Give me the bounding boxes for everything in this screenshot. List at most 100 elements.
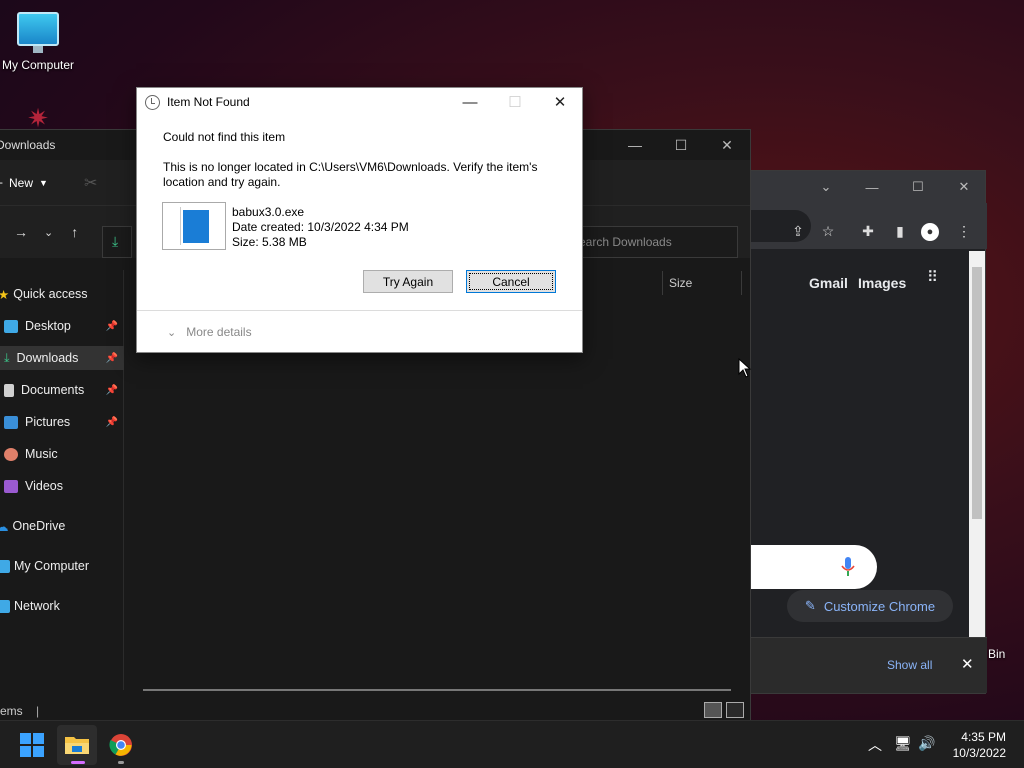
search-input[interactable]: earch Downloads [570,226,738,258]
folder-icon [65,737,89,754]
download-icon: ⤓ [112,233,119,249]
cloud-icon: ☁ [0,519,9,534]
pin-icon: 📌 [105,320,118,332]
nav-item-network[interactable]: Network [0,594,124,618]
item-not-found-dialog[interactable]: Item Not Found — ☐ ✕ Could not find this… [136,87,583,353]
profile-icon[interactable]: ● [921,223,939,241]
nav-item-label: Pictures [25,415,71,429]
apps-grid-icon[interactable]: ⠿ [927,270,945,291]
nav-item-onedrive[interactable]: ☁ OneDrive [0,514,124,538]
close-button[interactable]: ✕ [704,130,750,160]
chrome-icon [109,734,132,756]
pin-icon: 📌 [105,416,118,428]
network-icon[interactable]: 🖥 [894,735,912,752]
downloads-bar: Show all ✕ [751,637,987,693]
close-button[interactable]: ✕ [537,88,583,116]
large-icons-view-button[interactable] [726,702,744,718]
desktop-icon-my-computer[interactable]: My Computer [2,12,74,72]
customize-chrome-label: Customize Chrome [823,598,936,614]
star-icon[interactable]: ☆ [819,223,837,241]
status-separator: | [36,704,40,718]
dialog-title: Item Not Found [167,95,250,109]
nav-item-label: Network [14,599,60,613]
nav-item-music[interactable]: Music [0,442,124,466]
desktop-logo-icon: ✷ [27,103,49,133]
download-icon: ⤓ [4,350,10,365]
forward-icon[interactable]: → [14,224,28,240]
images-link[interactable]: Images [858,275,906,291]
side-panel-icon[interactable]: ▮ [891,223,909,241]
volume-icon[interactable]: 🔊 [918,735,935,752]
more-details-label: More details [186,325,252,339]
maximize-button: ☐ [508,94,522,111]
desktop-icon [4,319,18,333]
nav-item-desktop[interactable]: Desktop 📌 [0,314,124,338]
system-clock[interactable]: 4:35 PM 10/3/2022 [953,729,1006,761]
more-details-toggle[interactable]: ⌄ More details [167,325,252,339]
close-button[interactable]: ✕ [941,171,987,203]
details-view-button[interactable] [704,702,722,718]
chevron-down-icon: ⌄ [167,326,177,339]
monitor-icon [17,12,60,53]
clock-time: 4:35 PM [961,730,1006,744]
up-arrow-icon[interactable]: ↑ [71,224,78,240]
maximize-button[interactable]: ☐ [658,130,704,160]
nav-item-videos[interactable]: Videos [0,474,124,498]
dialog-message: This is no longer located in C:\Users\VM… [163,160,538,189]
show-all-button[interactable]: Show all [887,658,932,672]
active-indicator [71,761,85,764]
address-input[interactable]: ⤓ [102,226,132,258]
try-again-button[interactable]: Try Again [363,270,453,293]
menu-icon[interactable]: ⋮ [955,223,973,241]
nav-item-my-computer[interactable]: My Computer [0,554,124,578]
file-icon [162,202,226,250]
status-text: ems [0,704,23,718]
horizontal-scrollbar[interactable] [143,689,731,691]
cut-icon[interactable]: ✂ [84,173,97,193]
chevron-down-icon[interactable]: ⌄ [44,226,53,239]
minimize-button[interactable]: — [849,171,895,203]
recycle-bin-label[interactable]: Bin [988,647,1005,661]
minimize-button[interactable]: — [612,130,658,160]
taskbar: ︿ 🖥 🔊 4:35 PM 10/3/2022 [0,720,1024,768]
nav-item-label: Videos [25,479,63,493]
maximize-button[interactable]: ☐ [895,171,941,203]
start-button[interactable] [12,725,52,765]
chevron-up-icon[interactable]: ︿ [868,735,882,755]
taskbar-file-explorer[interactable] [57,725,97,765]
chevron-down-icon[interactable]: ⌄ [803,171,849,203]
pictures-icon [4,415,18,429]
computer-icon [0,559,10,573]
pencil-icon: ✎ [804,598,816,613]
customize-chrome-button[interactable]: ✎ Customize Chrome [787,590,953,622]
plus-icon: + [0,176,3,190]
videos-icon [4,479,18,493]
extensions-icon[interactable]: ✚ [859,223,877,241]
running-indicator [118,761,124,764]
file-size: Size: 5.38 MB [232,235,307,249]
nav-item-pictures[interactable]: Pictures 📌 [0,410,124,434]
close-icon[interactable]: ✕ [961,655,974,673]
status-bar-item-count: ems | [0,704,39,718]
minimize-button[interactable]: — [447,88,493,116]
chrome-window[interactable]: ⌄ — ☐ ✕ ⇪ ☆ ✚ ▮ ● ⋮ Gmail Images ⠿ ✎ Cus… [750,170,987,694]
nav-item-documents[interactable]: Documents 📌 [0,378,124,402]
cancel-button[interactable]: Cancel [466,270,556,293]
navigation-pane: ★ Quick access Desktop 📌 ⤓ Downloads 📌 D… [0,270,124,690]
network-icon [0,599,10,613]
gmail-link[interactable]: Gmail [809,275,848,291]
dialog-heading: Could not find this item [163,130,286,144]
column-header-size[interactable]: Size [662,271,742,295]
new-button[interactable]: + New ▼ [0,176,48,190]
nav-item-quick-access[interactable]: ★ Quick access [0,282,124,306]
share-icon[interactable]: ⇪ [789,223,807,241]
search-box[interactable] [751,545,877,589]
nav-item-label: OneDrive [12,519,66,533]
divider [137,310,582,311]
nav-item-label: Downloads [16,351,79,365]
taskbar-chrome[interactable] [101,725,141,765]
scrollbar-thumb[interactable] [972,267,982,519]
microphone-icon[interactable] [841,557,855,577]
nav-item-downloads[interactable]: ⤓ Downloads 📌 [0,346,124,370]
window-title: Downloads [0,138,56,152]
